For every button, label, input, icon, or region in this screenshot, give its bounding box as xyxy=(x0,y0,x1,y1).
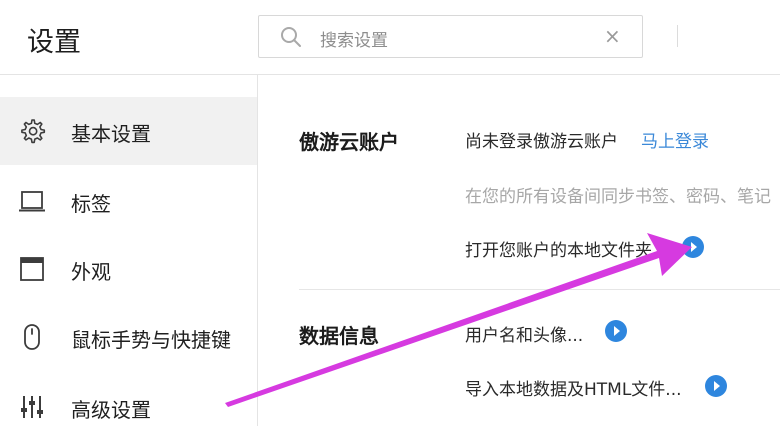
sidebar-item-label: 外观 xyxy=(71,260,111,284)
import-data-label[interactable]: 导入本地数据及HTML文件... xyxy=(465,375,682,400)
sidebar-item-basic-settings[interactable]: 基本设置 xyxy=(0,97,257,165)
login-status-text: 尚未登录傲游云账户 xyxy=(465,132,618,152)
sidebar-item-label: 鼠标手势与快捷键 xyxy=(71,328,231,352)
clear-icon[interactable]: × xyxy=(604,24,621,48)
window-icon xyxy=(20,257,44,281)
gear-icon xyxy=(21,119,46,144)
import-data-arrow-icon[interactable] xyxy=(705,375,727,397)
sync-description: 在您的所有设备间同步书签、密码、笔记 xyxy=(465,187,771,207)
sidebar-item-tabs[interactable]: 标签 xyxy=(0,167,257,235)
search-icon xyxy=(281,27,301,47)
header-divider xyxy=(677,25,678,47)
section-divider xyxy=(299,289,780,290)
sidebar-separator xyxy=(257,75,258,426)
open-local-folder-label[interactable]: 打开您账户的本地文件夹 xyxy=(465,236,652,261)
search-input[interactable]: 搜索设置 xyxy=(320,26,388,51)
mouse-icon xyxy=(24,324,40,350)
login-link[interactable]: 马上登录 xyxy=(641,127,709,152)
sidebar-item-advanced-settings[interactable]: 高级设置 xyxy=(0,373,257,426)
section-title-data-info: 数据信息 xyxy=(299,324,379,348)
section-title-cloud-account: 傲游云账户 xyxy=(299,130,399,154)
header-separator xyxy=(0,74,780,75)
sidebar-item-appearance[interactable]: 外观 xyxy=(0,235,257,303)
laptop-icon xyxy=(19,191,45,212)
open-folder-arrow-icon[interactable] xyxy=(682,236,704,258)
sliders-icon xyxy=(21,396,43,418)
username-avatar-label[interactable]: 用户名和头像... xyxy=(465,321,583,346)
sidebar-item-mouse-gestures[interactable]: 鼠标手势与快捷键 xyxy=(0,303,257,371)
username-avatar-arrow-icon[interactable] xyxy=(605,320,627,342)
sidebar-item-label: 标签 xyxy=(71,192,111,216)
page-title: 设置 xyxy=(27,27,81,58)
search-box[interactable]: 搜索设置 × xyxy=(258,15,643,58)
sidebar-item-label: 高级设置 xyxy=(71,398,151,422)
sidebar-item-label: 基本设置 xyxy=(71,122,151,146)
